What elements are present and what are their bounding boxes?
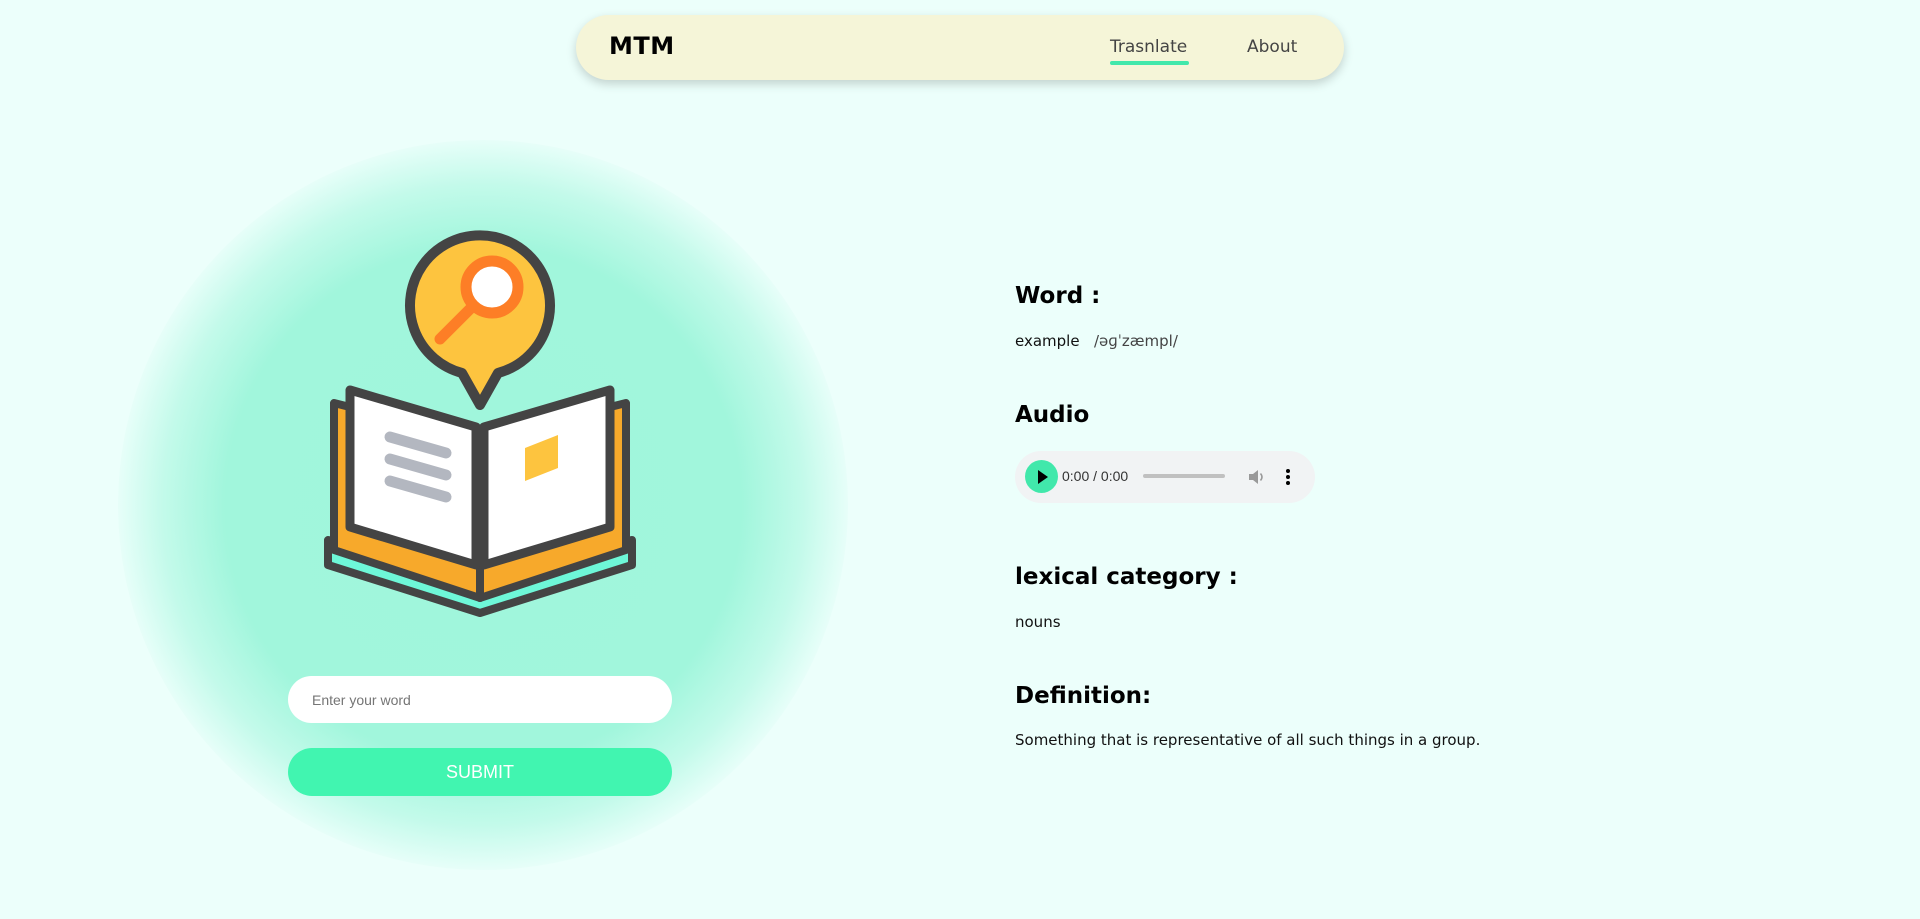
navbar: MTM Trasnlate About (576, 15, 1344, 80)
page: MTM Trasnlate About SUBMIT Word : exampl… (0, 0, 1920, 919)
play-icon[interactable] (1025, 460, 1058, 493)
lexical-category-value: nouns (1015, 613, 1061, 631)
word-value: example (1015, 332, 1080, 350)
submit-button[interactable]: SUBMIT (288, 748, 672, 796)
word-heading: Word : (1015, 283, 1101, 309)
more-vertical-icon[interactable] (1284, 467, 1292, 487)
brand-logo[interactable]: MTM (609, 32, 675, 60)
definition-heading: Definition: (1015, 683, 1152, 709)
book-search-icon (324, 230, 636, 617)
audio-seek-bar[interactable] (1143, 474, 1225, 478)
volume-icon[interactable] (1246, 467, 1266, 487)
word-input[interactable] (288, 676, 672, 723)
phonetic-value: /əɡˈzæmpl/ (1094, 332, 1178, 350)
lexical-category-heading: lexical category : (1015, 564, 1238, 590)
definition-value: Something that is representative of all … (1015, 731, 1481, 749)
nav-link-translate[interactable]: Trasnlate (1110, 37, 1187, 57)
audio-player[interactable]: 0:00 / 0:00 (1015, 451, 1315, 503)
nav-link-about[interactable]: About (1247, 37, 1297, 57)
audio-heading: Audio (1015, 402, 1090, 428)
active-nav-indicator (1110, 61, 1189, 65)
audio-time: 0:00 / 0:00 (1062, 468, 1129, 484)
